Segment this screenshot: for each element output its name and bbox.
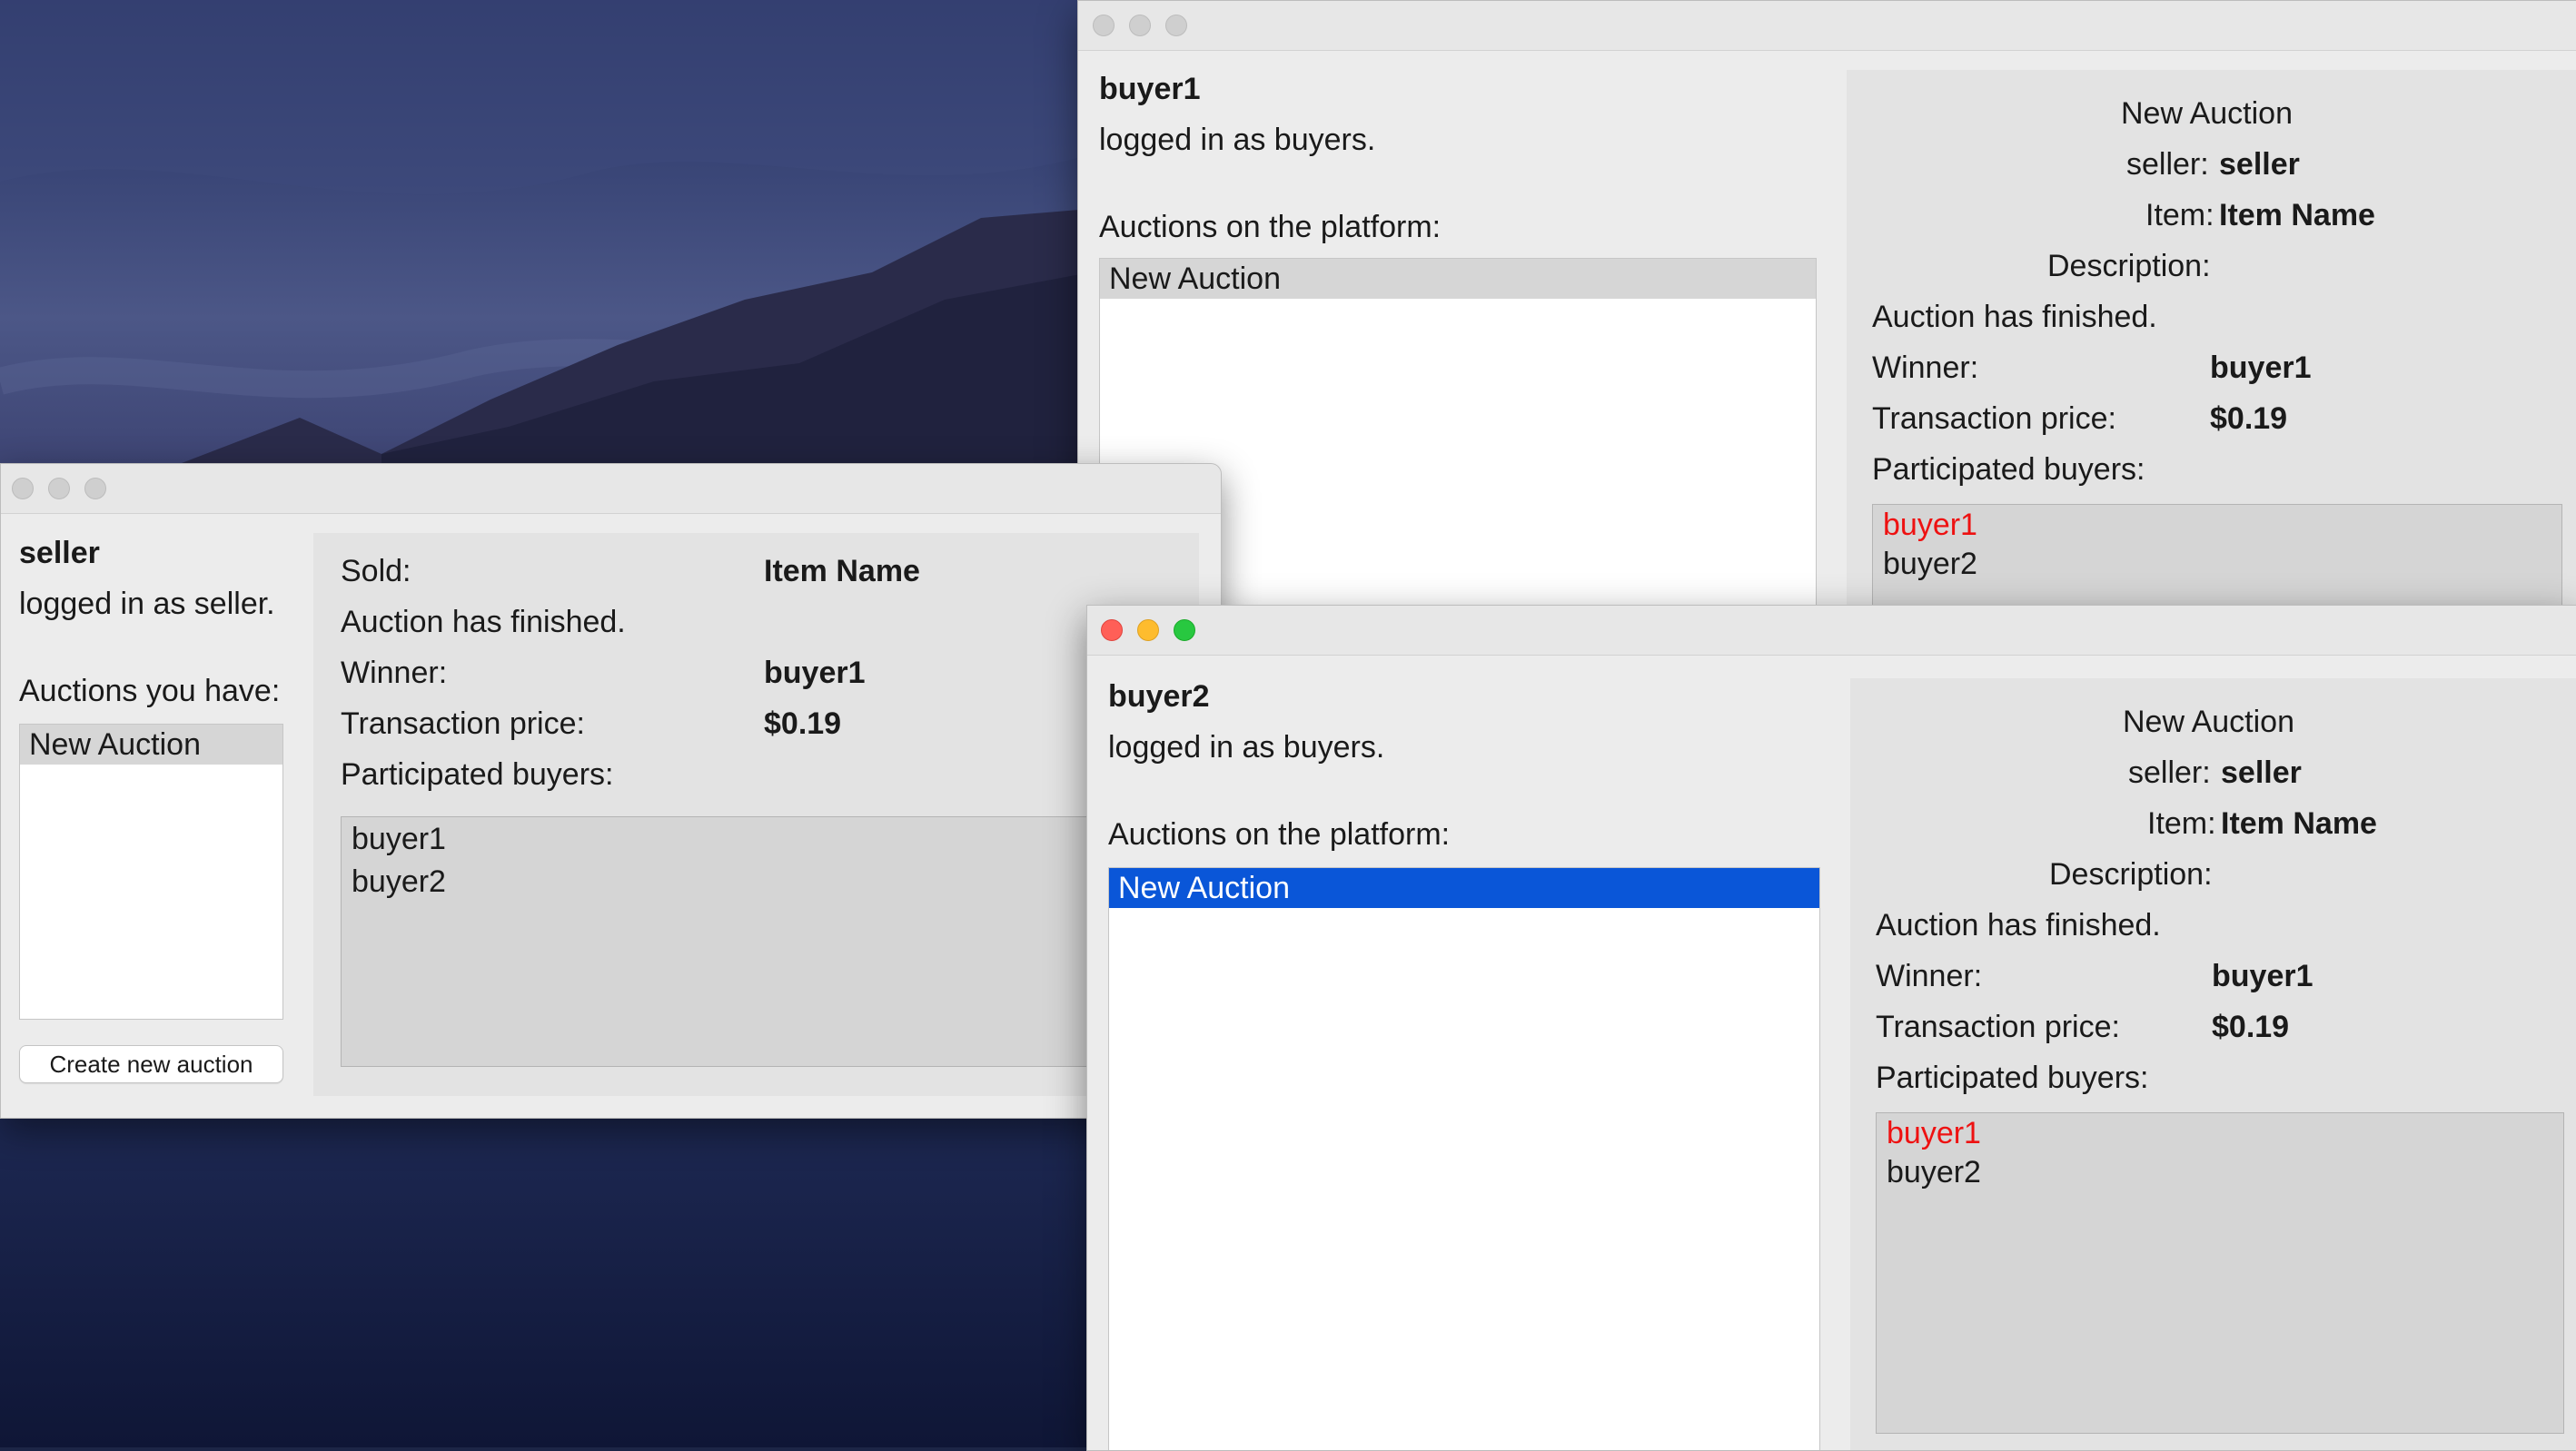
auctions-heading: Auctions on the platform: — [1108, 817, 1451, 852]
winner-value: buyer1 — [2210, 350, 2312, 385]
auctions-heading: Auctions you have: — [19, 674, 281, 708]
titlebar[interactable] — [1, 464, 1221, 514]
zoom-button[interactable] — [1174, 619, 1195, 641]
auction-status: Auction has finished. — [1876, 908, 2161, 943]
sold-label: Sold: — [341, 554, 411, 588]
price-value: $0.19 — [2210, 401, 2288, 436]
winner-label: Winner: — [341, 656, 448, 690]
minimize-button[interactable] — [1129, 15, 1151, 36]
username-label: buyer2 — [1108, 679, 1210, 714]
seller-window: seller logged in as seller. Auctions you… — [0, 463, 1222, 1119]
close-button[interactable] — [12, 478, 34, 499]
participant-item: buyer1 — [1887, 1116, 1981, 1150]
seller-label: seller: — [2128, 755, 2211, 790]
seller-label: seller: — [2126, 147, 2209, 182]
participants-label: Participated buyers: — [1876, 1061, 2149, 1095]
item-label: Item: — [2145, 198, 2214, 232]
zoom-button[interactable] — [84, 478, 106, 499]
buyer2-window: buyer2 logged in as buyers. Auctions on … — [1086, 605, 2576, 1451]
titlebar[interactable] — [1078, 1, 2576, 51]
participant-item: buyer1 — [352, 822, 446, 856]
participant-item: buyer1 — [1883, 508, 1977, 542]
participant-item: buyer2 — [1883, 547, 1977, 581]
username-label: seller — [19, 536, 100, 570]
auction-detail-panel: New Auction seller: seller Item: Item Na… — [1850, 678, 2576, 1450]
winner-label: Winner: — [1876, 959, 1983, 993]
close-button[interactable] — [1101, 619, 1123, 641]
auction-list[interactable]: New Auction — [19, 724, 283, 1020]
winner-value: buyer1 — [764, 656, 866, 690]
winner-value: buyer1 — [2212, 959, 2313, 993]
role-text: logged in as buyers. — [1108, 730, 1385, 765]
create-auction-button[interactable]: Create new auction — [19, 1045, 283, 1083]
minimize-button[interactable] — [1137, 619, 1159, 641]
auction-title: New Auction — [2123, 705, 2294, 739]
description-label: Description: — [2049, 857, 2213, 892]
auction-detail-panel: Sold: Item Name Auction has finished. Wi… — [313, 533, 1199, 1096]
minimize-button[interactable] — [48, 478, 70, 499]
auction-status: Auction has finished. — [1872, 300, 2157, 334]
auction-list[interactable]: New Auction — [1108, 867, 1820, 1450]
close-button[interactable] — [1093, 15, 1115, 36]
participant-item: buyer2 — [1887, 1155, 1981, 1189]
auction-detail-panel: New Auction seller: seller Item: Item Na… — [1847, 70, 2576, 627]
participant-item: buyer2 — [352, 864, 446, 899]
buyer1-window: buyer1 logged in as buyers. Auctions on … — [1077, 0, 2576, 628]
auction-status: Auction has finished. — [341, 605, 626, 639]
price-value: $0.19 — [2212, 1010, 2290, 1044]
auction-list-item[interactable]: New Auction — [1109, 868, 1819, 908]
price-value: $0.19 — [764, 706, 842, 741]
auction-title: New Auction — [2121, 96, 2293, 131]
participants-label: Participated buyers: — [1872, 452, 2145, 487]
description-label: Description: — [2047, 249, 2211, 283]
winner-label: Winner: — [1872, 350, 1979, 385]
role-text: logged in as buyers. — [1099, 123, 1376, 157]
seller-value: seller — [2219, 147, 2300, 182]
price-label: Transaction price: — [341, 706, 585, 741]
item-value: Item Name — [2221, 806, 2377, 841]
username-label: buyer1 — [1099, 72, 1201, 106]
item-value: Item Name — [2219, 198, 2375, 232]
seller-value: seller — [2221, 755, 2302, 790]
price-label: Transaction price: — [1876, 1010, 2120, 1044]
price-label: Transaction price: — [1872, 401, 2116, 436]
auction-list-item[interactable]: New Auction — [1100, 259, 1816, 299]
participants-list[interactable]: buyer1 buyer2 — [1876, 1112, 2564, 1434]
participants-label: Participated buyers: — [341, 757, 614, 792]
zoom-button[interactable] — [1165, 15, 1187, 36]
participants-list[interactable]: buyer1 buyer2 — [341, 816, 1185, 1067]
role-text: logged in as seller. — [19, 587, 275, 621]
item-label: Item: — [2147, 806, 2216, 841]
auctions-heading: Auctions on the platform: — [1099, 210, 1442, 244]
sold-value: Item Name — [764, 554, 920, 588]
auction-list-item[interactable]: New Auction — [20, 725, 282, 765]
titlebar[interactable] — [1087, 606, 2576, 656]
